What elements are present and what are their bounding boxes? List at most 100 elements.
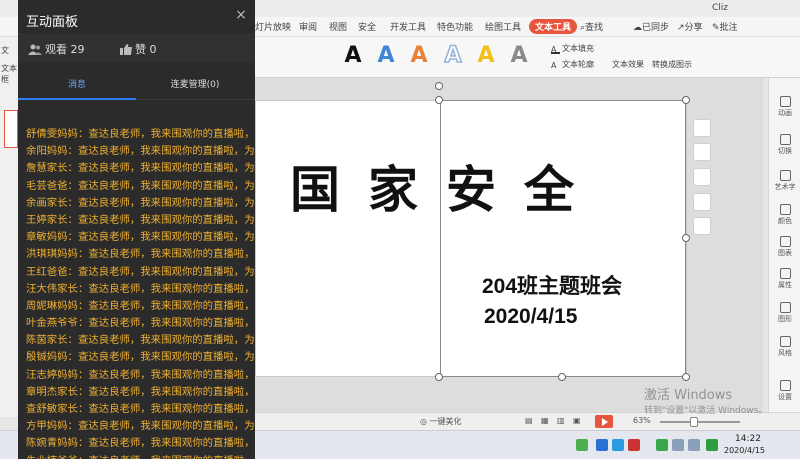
- app-tray-icon[interactable]: [596, 439, 608, 451]
- text-style-yellow[interactable]: A: [473, 41, 499, 71]
- view-notes-icon[interactable]: ▣: [573, 416, 581, 425]
- message-list[interactable]: 舒倩雯妈妈：查达良老师，我来围观你的直播啦，为 余阳妈妈：查达良老师，我来围观你的…: [18, 120, 255, 459]
- ribbon-tab-text-tools[interactable]: 文本工具: [529, 19, 578, 34]
- user-name: Cliz: [712, 3, 729, 13]
- pen-icon[interactable]: [693, 168, 711, 186]
- slide-subtitle[interactable]: 204班主题班会: [482, 270, 622, 300]
- message-item: 王婷家长：查达良老师，我来围观你的直播啦，为: [26, 213, 255, 226]
- message-item: 方甲妈妈：查达良老师，我来围观你的直播啦，为: [26, 420, 255, 433]
- right-panel-properties[interactable]: 属性: [769, 268, 800, 290]
- tab-mic-management[interactable]: 连麦管理(0): [136, 77, 254, 90]
- left-strip-label-1: 文: [1, 46, 9, 55]
- resize-handle-br[interactable]: [682, 373, 690, 381]
- tab-messages[interactable]: 消息: [18, 77, 136, 90]
- text-style-orange[interactable]: A: [406, 41, 432, 71]
- panel-tabs: 消息 连麦管理(0): [18, 68, 255, 100]
- properties-icon: [779, 268, 791, 279]
- view-sorter-icon[interactable]: ▦: [541, 416, 549, 425]
- transition-icon: [779, 134, 791, 145]
- resize-handle-r[interactable]: [682, 234, 690, 242]
- play-slideshow-button[interactable]: [595, 415, 613, 428]
- slide-title[interactable]: 国家安全: [290, 150, 620, 222]
- zoom-slider-knob[interactable]: [690, 417, 698, 427]
- text-effect-button[interactable]: 文本效果: [612, 59, 644, 70]
- message-item: 舒倩雯妈妈：查达良老师，我来围观你的直播啦，为: [26, 128, 255, 140]
- search-button[interactable]: ⌕查找: [580, 20, 603, 33]
- share-button[interactable]: ↗分享: [677, 20, 703, 33]
- volume-icon[interactable]: [688, 439, 700, 451]
- messenger-tray-icon[interactable]: [656, 439, 668, 451]
- text-outline-button[interactable]: A 文本轮廓: [551, 59, 594, 70]
- ribbon-tab-security[interactable]: 安全: [358, 20, 376, 33]
- message-item: 陈茵家长：查达良老师，我来围观你的直播啦，为: [26, 334, 255, 347]
- sync-status[interactable]: ☁已同步: [633, 20, 669, 33]
- network-icon[interactable]: [672, 439, 684, 451]
- resize-handle-b[interactable]: [558, 373, 566, 381]
- ribbon-tab-devtools[interactable]: 开发工具: [390, 20, 426, 33]
- message-item: 詹慧家长：查达良老师，我来围观你的直播啦，为: [26, 162, 255, 175]
- ribbon-tab-slideshow[interactable]: 灯片放映: [255, 20, 291, 33]
- left-strip-label-2: 文本框: [1, 64, 17, 84]
- right-panel-transition[interactable]: 切换: [769, 134, 800, 156]
- comment-button[interactable]: ✎批注: [712, 20, 738, 33]
- message-item: 朱业楠爸爸：查达良老师，我来围观你的直播啦，: [26, 453, 255, 459]
- taskbar-time[interactable]: 14:22: [735, 434, 761, 444]
- text-style-black[interactable]: A: [340, 41, 366, 71]
- convert-to-diagram-button[interactable]: 转换成图示: [652, 59, 692, 70]
- active-tab-underline: [18, 98, 136, 100]
- right-panel-settings[interactable]: 设置: [769, 380, 800, 402]
- wps-tray-icon[interactable]: [628, 439, 640, 451]
- right-panel-wordart[interactable]: 艺术字: [769, 170, 800, 192]
- one-click-beautify-button[interactable]: ◎ 一键美化: [420, 416, 462, 427]
- right-panel-shape[interactable]: 图形: [769, 302, 800, 324]
- view-normal-icon[interactable]: ▤: [525, 416, 533, 425]
- textbox-icon[interactable]: [693, 193, 711, 211]
- slide-thumbnail[interactable]: [4, 110, 18, 148]
- font-icon[interactable]: [693, 217, 711, 235]
- text-fill-button[interactable]: A 文本填充: [551, 43, 594, 54]
- beautify-icon: ◎: [420, 417, 430, 426]
- rotate-handle[interactable]: [435, 82, 443, 90]
- right-panel-animation[interactable]: 动画: [769, 96, 800, 118]
- message-item: 汪志婷妈妈：查达良老师，我来围观你的直播啦，: [26, 368, 255, 381]
- taskbar-date[interactable]: 2020/4/15: [724, 446, 765, 455]
- message-item: 殷铖妈妈：查达良老师，我来围观你的直播啦，为: [26, 351, 255, 364]
- resize-handle-tr[interactable]: [682, 96, 690, 104]
- zoom-slider[interactable]: [660, 421, 740, 423]
- text-style-blue[interactable]: A: [373, 41, 399, 71]
- right-panel-color[interactable]: 颜色: [769, 204, 800, 226]
- ribbon-tab-drawing-tools[interactable]: 绘图工具: [485, 20, 521, 33]
- like-button[interactable]: 赞 0: [120, 41, 157, 57]
- right-panel-style[interactable]: 风格: [769, 336, 800, 358]
- slide[interactable]: [255, 100, 687, 377]
- text-fill-icon: A: [551, 45, 560, 54]
- wechat-icon[interactable]: [576, 439, 588, 451]
- share-icon: ↗: [677, 23, 685, 33]
- ribbon-tab-review[interactable]: 审阅: [299, 20, 317, 33]
- slide-date[interactable]: 2020/4/15: [484, 305, 577, 329]
- text-outline-icon: A: [551, 61, 557, 70]
- fill-icon[interactable]: [693, 143, 711, 161]
- close-icon[interactable]: ×: [234, 8, 248, 22]
- right-panel-chart[interactable]: 图表: [769, 236, 800, 258]
- panel-title: 互动面板: [26, 15, 79, 30]
- ribbon-tab-features[interactable]: 特色功能: [437, 20, 473, 33]
- message-item: 汪大伟家长：查达良老师，我来围观你的直播啦，: [26, 282, 255, 295]
- input-method-icon[interactable]: [706, 439, 718, 451]
- message-item: 查舒敏家长：查达良老师，我来围观你的直播啦，: [26, 403, 255, 415]
- resize-handle-bl[interactable]: [435, 373, 443, 381]
- wordart-icon: [779, 170, 791, 181]
- resize-handle-tl[interactable]: [435, 96, 443, 104]
- message-item: 王红爸爸：查达良老师，我来围观你的直播啦，为: [26, 265, 255, 278]
- ribbon-tab-view[interactable]: 视图: [329, 20, 347, 33]
- message-item: 余阳妈妈：查达良老师，我来围观你的直播啦，为: [26, 145, 255, 158]
- text-style-outline[interactable]: A: [440, 41, 466, 71]
- thumbs-up-icon: [120, 44, 132, 55]
- shape-style-icon[interactable]: [693, 119, 711, 137]
- cloud-tray-icon[interactable]: [612, 439, 624, 451]
- message-item: 章敏妈妈：查达良老师，我来围观你的直播啦，为: [26, 231, 255, 244]
- text-style-gray[interactable]: A: [506, 41, 532, 71]
- gear-icon: [779, 380, 791, 391]
- view-reading-icon[interactable]: ▥: [557, 416, 565, 425]
- message-item: 洪琪琪妈妈：查达良老师，我来围观你的直播啦，: [26, 248, 255, 261]
